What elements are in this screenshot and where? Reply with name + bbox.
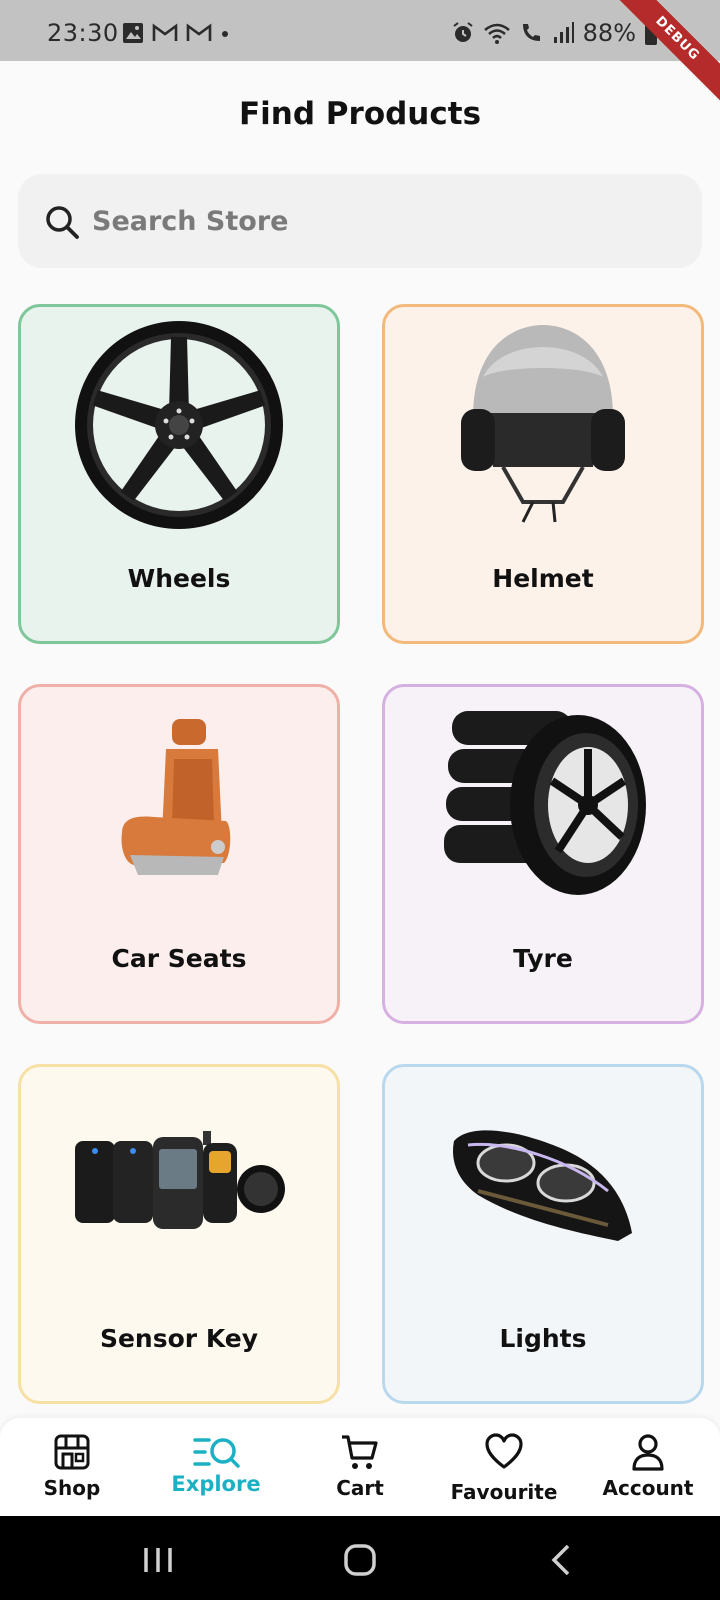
recent-apps-icon[interactable] <box>138 1540 178 1580</box>
status-system-icons: 88% <box>451 19 658 47</box>
heart-icon <box>485 1433 523 1469</box>
category-card-wheels[interactable]: Wheels <box>18 304 340 644</box>
person-icon <box>632 1434 664 1471</box>
nav-item-favourite[interactable]: Favourite <box>432 1418 576 1516</box>
nav-label-favourite: Favourite <box>450 1480 558 1504</box>
dot-icon <box>222 31 228 37</box>
nav-item-account[interactable]: Account <box>576 1418 720 1516</box>
battery-percentage: 88% <box>582 19 636 47</box>
helmet-image <box>461 325 625 523</box>
headlight-image <box>453 1130 632 1241</box>
bottom-nav: Shop Explore Cart Favourite Account <box>0 1418 720 1516</box>
category-label: Sensor Key <box>99 1324 259 1353</box>
status-bar: 23:30 88% DEBUG <box>0 0 720 109</box>
page-title: Find Products <box>238 96 482 132</box>
category-label: Tyre <box>513 944 573 973</box>
gmail-icon <box>186 23 212 41</box>
store-icon <box>54 1434 90 1470</box>
category-label: Car Seats <box>111 944 247 973</box>
wifi-icon <box>483 23 510 44</box>
status-time: 23:30 <box>47 19 119 47</box>
alarm-icon <box>453 22 473 42</box>
back-icon[interactable] <box>542 1540 582 1580</box>
search-icon <box>46 206 79 239</box>
category-card-helmet[interactable]: Helmet <box>382 304 704 644</box>
category-label: Wheels <box>127 564 231 593</box>
search-input[interactable] <box>92 174 652 268</box>
category-card-sensor-key[interactable]: Sensor Key <box>18 1064 340 1404</box>
gmail-icon <box>152 23 178 41</box>
image-icon <box>123 23 143 43</box>
wifi-call-icon <box>522 24 540 41</box>
category-label: Helmet <box>492 564 594 593</box>
search-bar[interactable] <box>18 174 702 268</box>
nav-item-shop[interactable]: Shop <box>0 1418 144 1516</box>
signal-icon <box>553 22 574 43</box>
nav-label-account: Account <box>602 1476 694 1500</box>
alloy-wheel-image <box>75 321 283 529</box>
cart-icon <box>342 1435 378 1469</box>
explore-icon <box>193 1438 240 1468</box>
category-card-tyre[interactable]: Tyre <box>382 684 704 1024</box>
category-card-lights[interactable]: Lights <box>382 1064 704 1404</box>
system-nav-bar <box>0 1516 720 1600</box>
nav-label-explore: Explore <box>171 1472 261 1496</box>
debug-banner: DEBUG <box>607 0 720 109</box>
tyre-stack-image <box>444 711 646 895</box>
nav-item-cart[interactable]: Cart <box>288 1418 432 1516</box>
nav-label-cart: Cart <box>336 1476 384 1500</box>
category-label: Lights <box>499 1324 587 1353</box>
nav-item-explore[interactable]: Explore <box>144 1418 288 1516</box>
screen: 23:30 88% DEBUG Find Products Search Sto… <box>0 0 720 1600</box>
home-icon[interactable] <box>340 1540 380 1580</box>
nav-label-shop: Shop <box>43 1476 101 1500</box>
remote-keys-image <box>75 1131 285 1229</box>
category-card-car-seats[interactable]: Car Seats <box>18 684 340 1024</box>
car-seat-image <box>121 719 231 875</box>
status-notification-icons <box>122 22 230 44</box>
